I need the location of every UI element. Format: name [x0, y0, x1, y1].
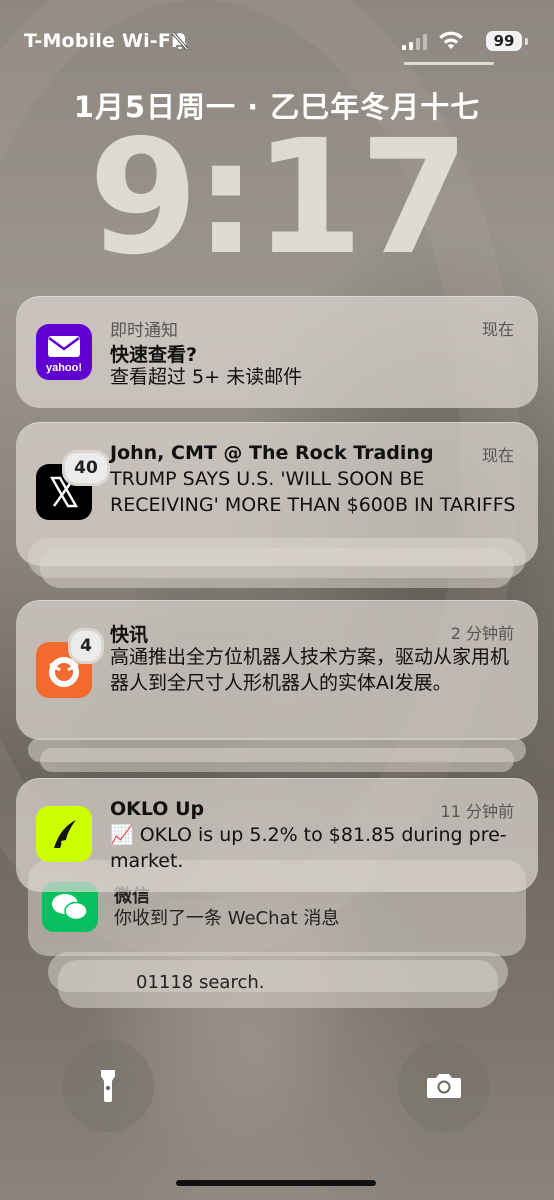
cellular-signal-icon — [402, 34, 427, 50]
notification-time: 11 分钟前 — [440, 802, 514, 821]
lock-time: 9:17 — [88, 106, 470, 290]
yahoo-logo-text: yahoo! — [46, 362, 82, 374]
battery-indicator: 99 — [486, 31, 522, 51]
bell-slash-icon — [171, 32, 189, 50]
wifi-icon — [439, 31, 463, 49]
notification-app-name: 即时通知 — [110, 321, 178, 341]
notification-oklo[interactable]: OKLO Up 11 分钟前 📈 OKLO is up 5.2% to $81.… — [16, 778, 538, 892]
notification-title: John, CMT @ The Rock Trading — [110, 442, 434, 464]
notification-body: 📈 OKLO is up 5.2% to $81.85 during pre-m… — [110, 824, 507, 872]
notification-news[interactable]: 4 快讯 2 分钟前 高通推出全方位机器人技术方案，驱动从家用机器人到全尺寸人形… — [16, 600, 538, 740]
notification-time: 2 分钟前 — [450, 624, 514, 643]
home-indicator[interactable] — [176, 1180, 376, 1186]
notification-body: 查看超过 5+ 未读邮件 — [110, 366, 303, 388]
notification-title: OKLO Up — [110, 798, 205, 820]
control-center-indicator[interactable] — [404, 62, 494, 65]
notification-yahoo[interactable]: yahoo! 即时通知 现在 快速查看? 查看超过 5+ 未读邮件 — [16, 296, 538, 408]
notification-title: 快讯 — [110, 624, 149, 646]
camera-icon — [427, 1074, 461, 1098]
carrier-label: T-Mobile Wi-Fi — [24, 30, 178, 52]
notification-body: TRUMP SAYS U.S. 'WILL SOON BE RECEIVING'… — [110, 468, 516, 516]
notification-count-badge: 40 — [62, 450, 110, 486]
notification-stack-layer — [28, 738, 526, 762]
notification-stack-layer — [48, 952, 508, 992]
notification-body: 高通推出全方位机器人技术方案，驱动从家用机器人到全尺寸人形机器人的实体AI发展。 — [110, 646, 510, 694]
status-bar: T-Mobile Wi-Fi 99 — [24, 30, 530, 54]
notification-time: 现在 — [481, 320, 514, 339]
yahoo-mail-icon: yahoo! — [36, 324, 92, 380]
flashlight-icon — [101, 1070, 115, 1102]
notification-body: 你收到了一条 WeChat 消息 — [114, 908, 340, 929]
notification-x[interactable]: 40 John, CMT @ The Rock Trading 现在 TRUMP… — [16, 422, 538, 566]
robinhood-icon — [36, 806, 92, 862]
notification-title: 快速查看? — [110, 344, 198, 366]
camera-button[interactable] — [398, 1040, 490, 1132]
notification-search-body: 01118 search. — [136, 972, 265, 993]
news-app-icon: 4 — [36, 628, 104, 698]
notification-count-badge: 4 — [68, 628, 104, 664]
flashlight-button[interactable] — [62, 1040, 154, 1132]
battery-cap — [525, 38, 528, 45]
x-app-icon: 40 — [36, 450, 110, 520]
notification-time: 现在 — [481, 446, 514, 465]
